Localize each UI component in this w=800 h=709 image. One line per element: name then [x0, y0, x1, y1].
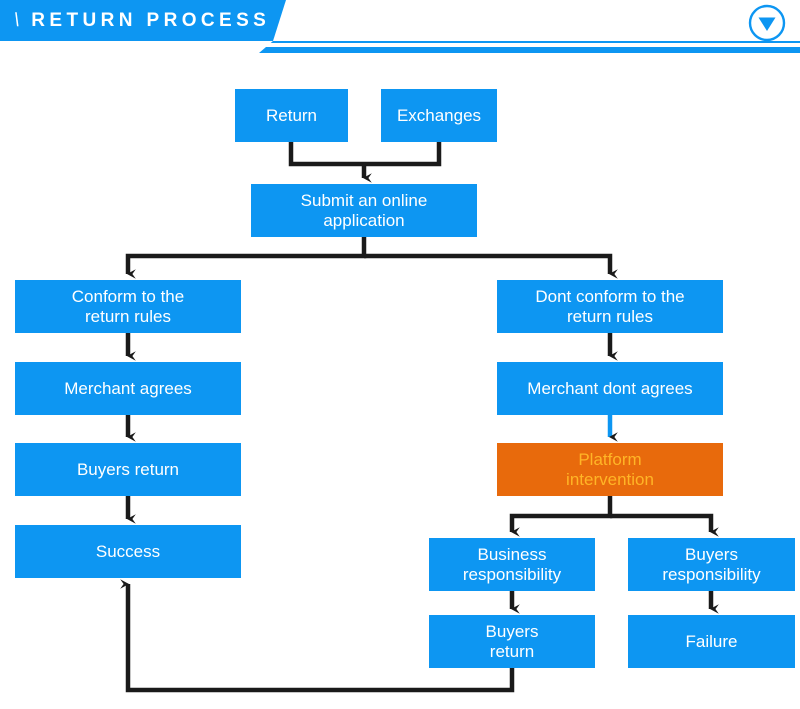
flow-node-failure[interactable]: Failure	[628, 615, 795, 668]
flow-node-success[interactable]: Success	[15, 525, 241, 578]
flow-node-label: Buyers return	[485, 621, 539, 661]
edge-submit-split	[125, 237, 618, 279]
flow-node-merchant-dont-agrees[interactable]: Merchant dont agrees	[497, 362, 723, 415]
flow-node-label: Exchanges	[396, 105, 482, 125]
page-title: RETURN PROCESS	[31, 10, 271, 31]
flow-node-business-responsibility[interactable]: Business responsibility	[429, 538, 595, 591]
flow-node-return[interactable]: Return	[235, 89, 348, 142]
flow-node-label: Merchant dont agrees	[527, 378, 693, 398]
flow-node-submit-application[interactable]: Submit an online application	[251, 184, 477, 237]
flow-node-label: Conform to the return rules	[71, 286, 185, 326]
edge-platform-split	[509, 496, 719, 537]
page-header: \ RETURN PROCESS	[0, 0, 800, 60]
flow-node-label: Failure	[685, 631, 738, 651]
flow-node-label: Platform intervention	[566, 449, 654, 489]
header-title-group: \ RETURN PROCESS	[0, 0, 273, 41]
chevron-down-circle-icon[interactable]	[748, 4, 786, 42]
flow-node-label: Submit an online application	[300, 190, 428, 230]
return-process-page: \ RETURN PROCESS Return Exchanges Submit…	[0, 0, 800, 709]
flow-node-label: Success	[95, 541, 161, 561]
flow-node-label: Merchant agrees	[64, 378, 192, 398]
flow-node-buyers-return-left[interactable]: Buyers return	[15, 443, 241, 496]
flow-node-exchanges[interactable]: Exchanges	[381, 89, 497, 142]
flow-node-buyers-return-bottom[interactable]: Buyers return	[429, 615, 595, 668]
header-rule-notch	[0, 41, 273, 53]
flow-node-label: Business responsibility	[462, 544, 562, 584]
edge-exchanges-to-submit	[364, 142, 442, 167]
flow-node-platform-intervention[interactable]: Platform intervention	[497, 443, 723, 496]
edge-return-to-submit	[288, 142, 364, 167]
flow-node-merchant-agrees[interactable]: Merchant agrees	[15, 362, 241, 415]
return-process-flowchart: Return Exchanges Submit an online applicat…	[0, 60, 800, 709]
flow-node-label: Dont conform to the return rules	[535, 286, 685, 326]
flow-node-label: Buyers return	[76, 459, 180, 479]
flow-node-label: Buyers responsibility	[662, 544, 761, 584]
header-slash-glyph: \	[12, 10, 21, 31]
flow-node-conform-rules[interactable]: Conform to the return rules	[15, 280, 241, 333]
flow-node-buyers-responsibility[interactable]: Buyers responsibility	[628, 538, 795, 591]
flow-node-dont-conform-rules[interactable]: Dont conform to the return rules	[497, 280, 723, 333]
flow-node-label: Return	[265, 105, 318, 125]
